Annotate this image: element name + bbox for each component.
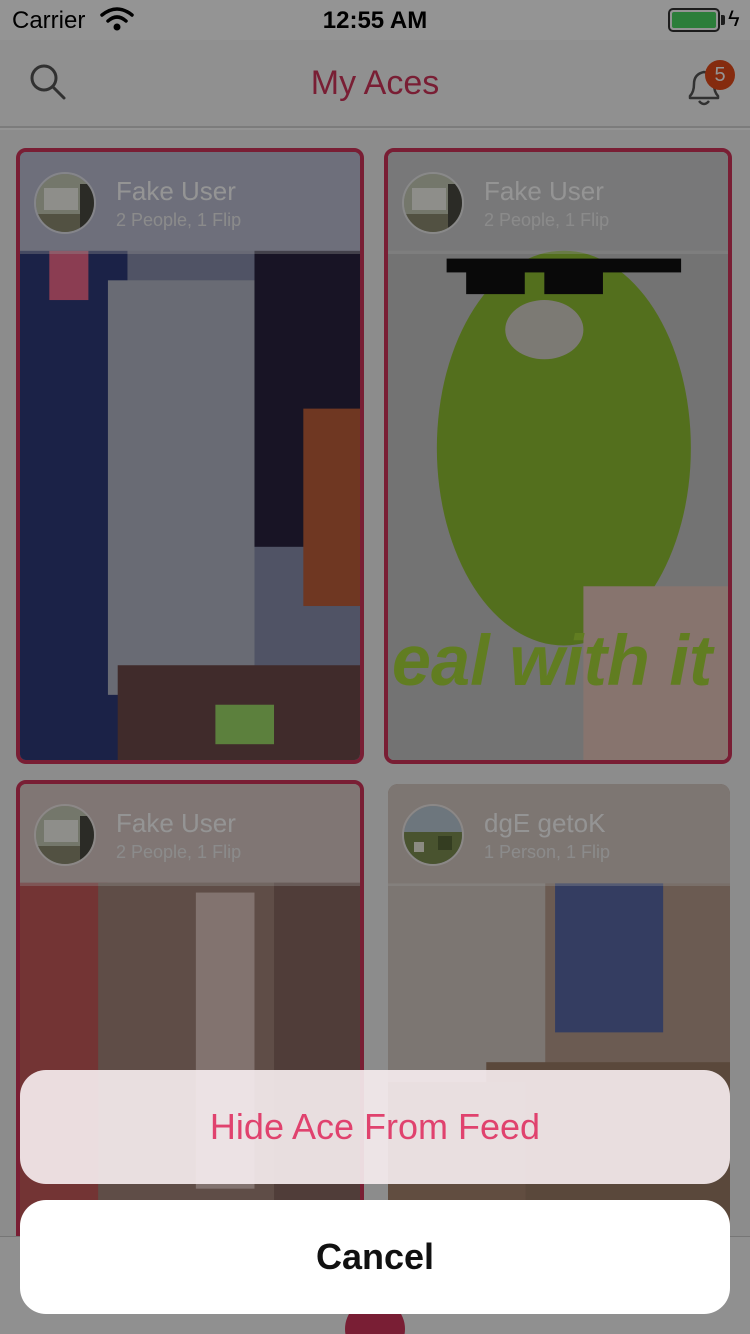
hide-ace-from-feed-button[interactable]: Hide Ace From Feed [20,1070,730,1184]
cancel-button[interactable]: Cancel [20,1200,730,1314]
